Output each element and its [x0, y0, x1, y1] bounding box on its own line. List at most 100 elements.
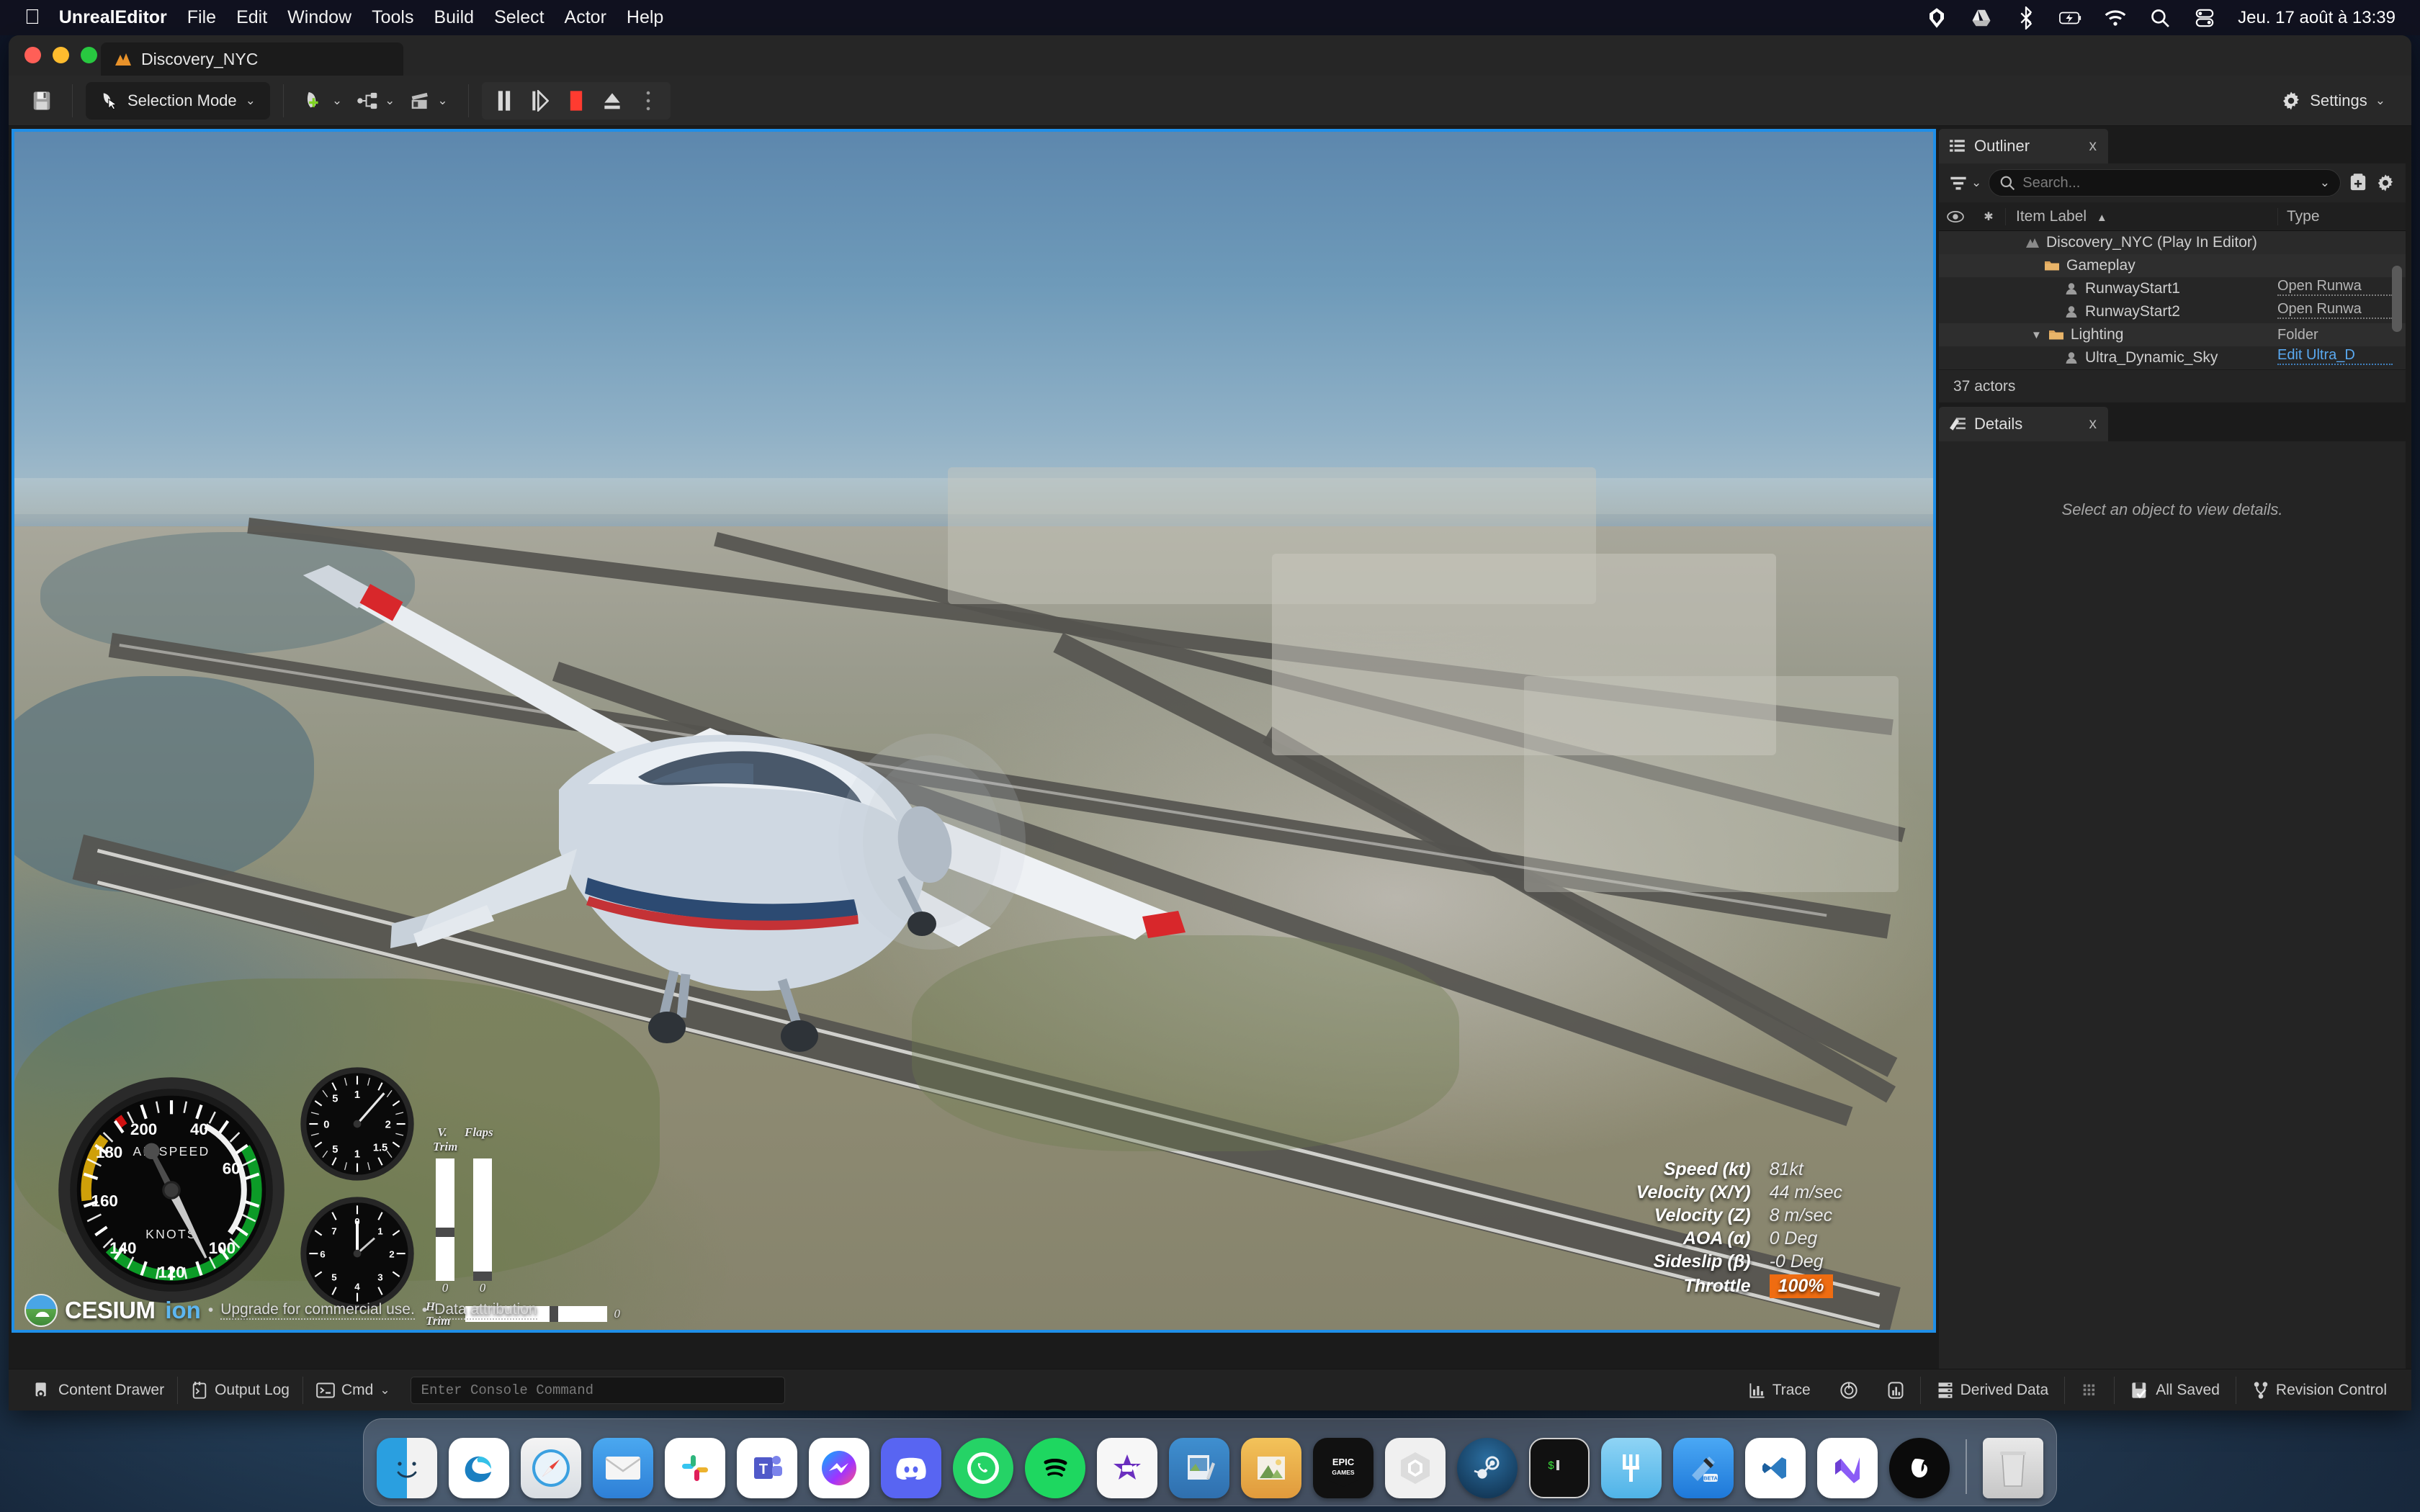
dock-icon-teams[interactable]: T: [737, 1438, 797, 1498]
dock-icon-safari[interactable]: [521, 1438, 581, 1498]
level-tab[interactable]: Discovery_NYC: [101, 42, 403, 76]
more-options-button[interactable]: [632, 85, 665, 117]
close-icon[interactable]: x: [2089, 138, 2097, 155]
control-center-icon[interactable]: [2193, 6, 2216, 30]
column-header-type[interactable]: Type: [2277, 208, 2406, 225]
dock-icon-steam[interactable]: [1457, 1438, 1518, 1498]
stats-button[interactable]: [1874, 1374, 1917, 1406]
expand-arrow-icon[interactable]: ▼: [2031, 329, 2042, 341]
menu-item-help[interactable]: Help: [627, 7, 663, 28]
dock-icon-discord[interactable]: [881, 1438, 941, 1498]
bluetooth-icon[interactable]: [2015, 6, 2038, 30]
dock-icon-vscode[interactable]: [1745, 1438, 1806, 1498]
menu-item-actor[interactable]: Actor: [565, 7, 606, 28]
dock-icon-trash[interactable]: [1983, 1438, 2043, 1498]
dock-icon-photos[interactable]: [1241, 1438, 1301, 1498]
blueprints-button[interactable]: ⌄: [349, 84, 402, 118]
h-trim-knob[interactable]: [550, 1306, 558, 1322]
outliner-row-runwaystart2[interactable]: RunwayStart2 Open Runwa: [1939, 300, 2406, 323]
tab-outliner[interactable]: Outliner x: [1939, 129, 2108, 163]
cinematics-button[interactable]: ⌄: [402, 84, 454, 118]
frame-step-button[interactable]: [524, 85, 557, 117]
settings-button[interactable]: Settings ⌄: [2280, 90, 2396, 112]
dock-icon-imovie[interactable]: [1097, 1438, 1157, 1498]
outliner-type-runwaystart1[interactable]: Open Runwa: [2277, 278, 2393, 296]
outliner-row-ultra-dynamic-sky[interactable]: Ultra_Dynamic_Sky Edit Ultra_D: [1939, 346, 2406, 369]
google-drive-icon[interactable]: [1970, 6, 1993, 30]
zoom-window-button[interactable]: [81, 47, 97, 63]
filter-button[interactable]: ⌄: [1949, 174, 1981, 192]
dock-icon-epic-games[interactable]: EPICGAMES: [1313, 1438, 1373, 1498]
dock-icon-slack[interactable]: [665, 1438, 725, 1498]
trace-button[interactable]: Trace: [1736, 1374, 1824, 1406]
dock-icon-visual-studio[interactable]: [1817, 1438, 1878, 1498]
unreal-icon[interactable]: [1925, 6, 1948, 30]
flaps-slider[interactable]: [473, 1158, 492, 1281]
dock-icon-whatsapp[interactable]: [953, 1438, 1013, 1498]
close-window-button[interactable]: [24, 47, 41, 63]
outliner-row-level[interactable]: Discovery_NYC (Play In Editor): [1939, 231, 2406, 254]
outliner-type-ultra-dynamic-sky[interactable]: Edit Ultra_D: [2277, 347, 2393, 365]
dock-icon-edge[interactable]: [449, 1438, 509, 1498]
console-command-input[interactable]: Enter Console Command: [411, 1377, 785, 1404]
details-icon: [1949, 416, 1966, 432]
flaps-knob[interactable]: [473, 1272, 492, 1281]
content-drawer-button[interactable]: Content Drawer: [20, 1374, 177, 1406]
output-log-button[interactable]: Output Log: [178, 1374, 302, 1406]
add-actor-button[interactable]: ⌄: [297, 84, 349, 118]
menu-item-tools[interactable]: Tools: [372, 7, 413, 28]
stop-button[interactable]: [560, 85, 593, 117]
dock-icon-finder[interactable]: [377, 1438, 437, 1498]
all-saved-button[interactable]: All Saved: [2118, 1374, 2233, 1406]
wifi-icon[interactable]: [2104, 6, 2127, 30]
outliner-row-lighting[interactable]: ▼ Lighting Folder: [1939, 323, 2406, 346]
outliner-type-runwaystart2[interactable]: Open Runwa: [2277, 301, 2393, 319]
menu-item-file[interactable]: File: [187, 7, 216, 28]
selection-mode-button[interactable]: Selection Mode ⌄: [86, 82, 270, 120]
cmd-button[interactable]: Cmd ⌄: [303, 1374, 403, 1406]
column-header-item-label[interactable]: Item Label ▲: [2005, 208, 2277, 225]
v-trim-knob[interactable]: [436, 1228, 454, 1237]
search-icon[interactable]: [2148, 6, 2172, 30]
star-icon[interactable]: ✱: [1972, 210, 2005, 224]
menu-bar-clock[interactable]: Jeu. 17 août à 13:39: [2238, 8, 2396, 28]
outliner-scrollbar[interactable]: [2392, 266, 2402, 332]
dock-icon-unreal-engine[interactable]: [1889, 1438, 1950, 1498]
menu-item-edit[interactable]: Edit: [236, 7, 267, 28]
tab-details[interactable]: Details x: [1939, 407, 2108, 441]
dock-icon-fork[interactable]: [1601, 1438, 1662, 1498]
profiler-button[interactable]: [1827, 1374, 1871, 1406]
dock-icon-spotify[interactable]: [1025, 1438, 1085, 1498]
data-attribution-link[interactable]: Data attribution: [434, 1301, 537, 1320]
menu-app-name[interactable]: UnrealEditor: [59, 7, 167, 28]
menu-item-select[interactable]: Select: [494, 7, 544, 28]
outliner-row-runwaystart1[interactable]: RunwayStart1 Open Runwa: [1939, 277, 2406, 300]
dock-icon-xcode-beta[interactable]: BETA: [1673, 1438, 1734, 1498]
add-folder-button[interactable]: [2348, 173, 2368, 193]
revision-control-button[interactable]: Revision Control: [2239, 1374, 2400, 1406]
outliner-settings-button[interactable]: [2375, 173, 2396, 193]
grid-button[interactable]: [2068, 1374, 2111, 1406]
eject-button[interactable]: [596, 85, 629, 117]
pause-button[interactable]: [488, 85, 521, 117]
menu-item-window[interactable]: Window: [287, 7, 351, 28]
menu-item-build[interactable]: Build: [434, 7, 474, 28]
dock-icon-preview[interactable]: [1169, 1438, 1229, 1498]
v-trim-slider[interactable]: [436, 1158, 454, 1281]
dock-icon-messenger[interactable]: [809, 1438, 869, 1498]
chevron-down-icon[interactable]: ⌄: [2320, 176, 2330, 190]
upgrade-link[interactable]: Upgrade for commercial use.: [220, 1301, 415, 1320]
eye-icon[interactable]: [1939, 210, 1972, 223]
outliner-row-gameplay[interactable]: Gameplay: [1939, 254, 2406, 277]
minimize-window-button[interactable]: [53, 47, 69, 63]
battery-charging-icon[interactable]: [2059, 6, 2082, 30]
dock-icon-mail[interactable]: [593, 1438, 653, 1498]
save-icon[interactable]: [24, 84, 59, 118]
level-viewport[interactable]: 40 60 100 120 140 160 180 200 AIRSPEED K…: [12, 129, 1936, 1333]
dock-icon-unity[interactable]: [1385, 1438, 1446, 1498]
apple-logo-icon[interactable]: : [24, 7, 40, 28]
search-input[interactable]: Search... ⌄: [1989, 169, 2341, 197]
close-icon[interactable]: x: [2089, 415, 2097, 433]
derived-data-button[interactable]: Derived Data: [1924, 1374, 2062, 1406]
dock-icon-terminal[interactable]: $: [1529, 1438, 1590, 1498]
